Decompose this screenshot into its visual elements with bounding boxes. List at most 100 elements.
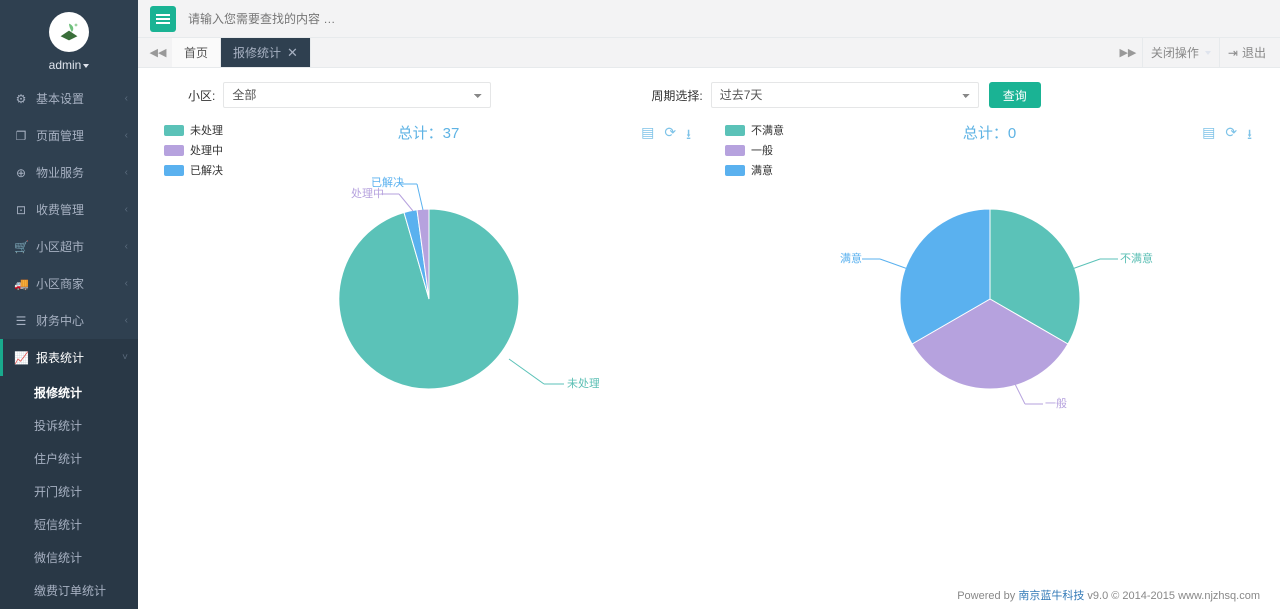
truck-icon: 🚚 [14,277,28,291]
footer: Powered by 南京蓝牛科技 v9.0 © 2014-2015 www.n… [957,587,1260,603]
legend-item[interactable]: 未处理 [164,122,223,138]
legend-label: 处理中 [190,142,223,158]
brand-user-toggle[interactable]: admin [49,58,90,72]
brand-user-name: admin [49,58,82,72]
sub-menu-report: 报修统计 投诉统计 住户统计 开门统计 短信统计 微信统计 缴费订单统计 商家订… [0,376,138,609]
query-button[interactable]: 查询 [989,82,1041,108]
legend-swatch-icon [164,165,184,176]
sub-fee-order-stats[interactable]: 缴费订单统计 [0,574,138,607]
footer-link[interactable]: 南京蓝牛科技 [1018,590,1084,602]
nav-fee-manage[interactable]: ⊡收费管理‹ [0,191,138,228]
chart1-pie: 未处理 处理中 已解决 [259,169,599,409]
slice-label-main: 未处理 [567,377,599,390]
chevron-left-icon: ‹ [125,167,128,178]
legend-label: 满意 [751,162,773,178]
camera-icon: ⊡ [14,203,28,217]
download-icon[interactable]: ⭳ [686,124,691,148]
chevron-left-icon: ‹ [125,278,128,289]
nav-finance[interactable]: ☰财务中心‹ [0,302,138,339]
nav-menu: ⚙基本设置‹ ❐页面管理‹ ⊕ 物业服务 ‹ ⊡收费管理‹ 🛒 小区超市 ‹ 🚚小区商家… [0,80,138,609]
chart1-toolbar: ▤ ⟳ ⭳ [641,124,691,148]
sub-resident-stats[interactable]: 住户统计 [0,442,138,475]
cart-icon: 🛒 [14,240,28,254]
area-select[interactable]: 全部 [223,82,491,108]
nav-label: 小区超市 [36,238,84,255]
topbar [138,0,1280,38]
footer-pre: Powered by [957,590,1018,602]
chevron-down-icon: ˅ [122,352,128,363]
tab-home[interactable]: 首页 [172,38,221,67]
sub-repair-stats[interactable]: 报修统计 [0,376,138,409]
plus-circle-icon: ⊕ [14,166,28,180]
nav-merchant[interactable]: 🚚小区商家‹ [0,265,138,302]
data-view-icon[interactable]: ▤ [641,124,654,148]
legend-swatch-icon [725,145,745,156]
search-input[interactable] [188,12,488,26]
legend-item[interactable]: 不满意 [725,122,784,138]
hamburger-icon [156,18,170,20]
tab-close-ops-dropdown[interactable]: 关闭操作 [1142,38,1219,67]
chart-repair-status: 总计：37 ▤ ⟳ ⭳ 未处理 处理中 已解决 [158,122,699,409]
data-view-icon[interactable]: ▤ [1202,124,1215,148]
tab-scroll-left-button[interactable]: ◀◀ [144,38,172,67]
logout-button[interactable]: ⇥ 退出 [1219,38,1274,67]
nav-label: 财务中心 [36,312,84,329]
chart1-title: 总计：37 [158,122,699,143]
tabbar: ◀◀ 首页 报修统计✕ ▶▶ 关闭操作 ⇥ 退出 [138,38,1280,68]
refresh-icon[interactable]: ⟳ [664,124,676,148]
close-icon[interactable]: ✕ [287,45,298,61]
chevron-left-icon: ‹ [125,241,128,252]
sub-complaint-stats[interactable]: 投诉统计 [0,409,138,442]
period-select[interactable]: 过去7天 [711,82,979,108]
period-label: 周期选择: [651,87,702,104]
sub-sms-stats[interactable]: 短信统计 [0,508,138,541]
legend-label: 一般 [751,142,773,158]
nav-label: 物业服务 [36,164,84,181]
legend-item[interactable]: 一般 [725,142,784,158]
logout-icon: ⇥ [1228,46,1238,60]
nav-basic-settings[interactable]: ⚙基本设置‹ [0,80,138,117]
footer-post: v9.0 © 2014-2015 www.njzhsq.com [1084,590,1260,602]
sidebar: admin ⚙基本设置‹ ❐页面管理‹ ⊕ 物业服务 ‹ ⊡收费管理‹ 🛒 小区超市 ‹… [0,0,138,609]
slice-label-c: 满意 [840,251,862,265]
download-icon[interactable]: ⭳ [1247,124,1252,148]
sub-door-stats[interactable]: 开门统计 [0,475,138,508]
nav-label: 报表统计 [36,349,84,366]
chevron-left-icon: ‹ [125,315,128,326]
brand-block: admin [0,0,138,80]
legend-label: 未处理 [190,122,223,138]
chart2-pie: 不满意 一般 满意 [820,169,1160,409]
chart2-toolbar: ▤ ⟳ ⭳ [1202,124,1252,148]
chevron-left-icon: ‹ [125,93,128,104]
nav-market[interactable]: 🛒 小区超市 ‹ [0,228,138,265]
legend-label: 不满意 [751,122,784,138]
slice-label-a: 不满意 [1120,251,1153,265]
legend-item[interactable]: 满意 [725,162,784,178]
area-label: 小区: [188,87,215,104]
legend-swatch-icon [725,125,745,136]
nav-page-manage[interactable]: ❐页面管理‹ [0,117,138,154]
chevron-down-icon [1205,51,1211,55]
refresh-icon[interactable]: ⟳ [1225,124,1237,148]
nav-property-service[interactable]: ⊕ 物业服务 ‹ [0,154,138,191]
chart2-title: 总计：0 [719,122,1260,143]
sub-wechat-stats[interactable]: 微信统计 [0,541,138,574]
logout-label: 退出 [1242,44,1266,61]
chevron-left-icon: ‹ [125,130,128,141]
content: 小区: 全部 周期选择: 过去7天 查询 总计：37 ▤ ⟳ ⭳ [138,68,1280,609]
tab-repair-stats[interactable]: 报修统计✕ [221,38,311,67]
gear-icon: ⚙ [14,92,28,106]
legend-item[interactable]: 处理中 [164,142,223,158]
legend-item[interactable]: 已解决 [164,162,223,178]
chart1-legend: 未处理 处理中 已解决 [164,122,223,182]
filter-bar: 小区: 全部 周期选择: 过去7天 查询 [138,68,1280,122]
slice-label-b: 一般 [1045,397,1067,409]
tab-scroll-right-button[interactable]: ▶▶ [1114,38,1142,67]
chart2-legend: 不满意 一般 满意 [725,122,784,182]
legend-label: 已解决 [190,162,223,178]
nav-report-stats[interactable]: 📈报表统计˅ [0,339,138,376]
main-area: ◀◀ 首页 报修统计✕ ▶▶ 关闭操作 ⇥ 退出 小区: 全部 周期选择: 过去7… [138,0,1280,609]
sidebar-toggle-button[interactable] [150,6,176,32]
tab-close-ops-label: 关闭操作 [1151,44,1199,61]
legend-swatch-icon [725,165,745,176]
